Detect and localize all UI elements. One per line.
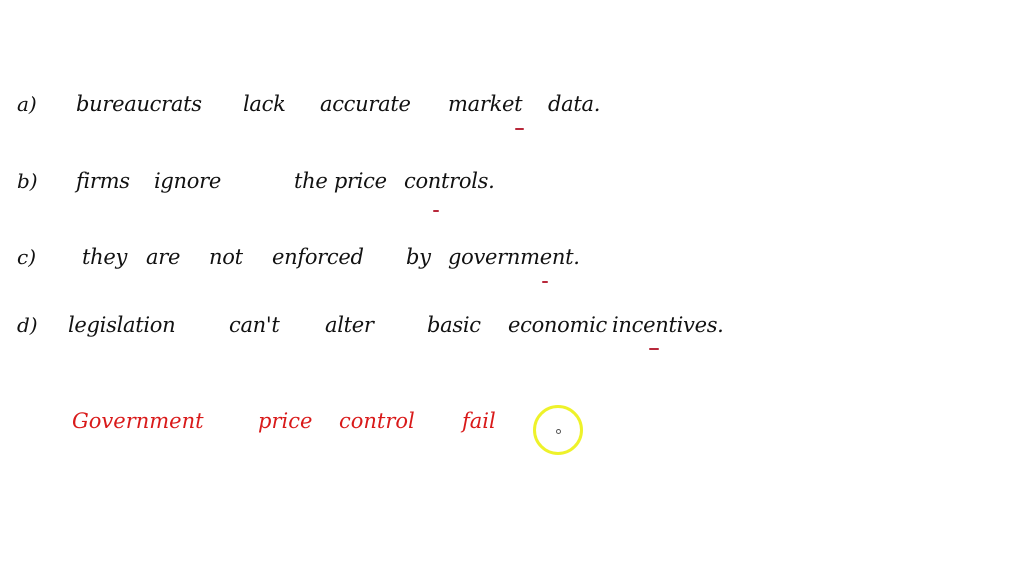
- option-word: basic: [427, 313, 481, 337]
- option-c: c) they are not enforced by government.: [0, 237, 1024, 277]
- answer-word: control: [339, 409, 415, 433]
- option-word: data.: [548, 92, 601, 116]
- option-word: alter: [325, 313, 374, 337]
- whiteboard-canvas: a) bureaucrats lack accurate market data…: [0, 0, 1024, 576]
- option-label: b): [17, 169, 38, 193]
- option-label: a): [17, 92, 37, 116]
- option-word: incentives.: [612, 313, 724, 337]
- option-word: not: [209, 245, 243, 269]
- option-word: the price: [294, 169, 387, 193]
- option-d: d) legislation can't alter basic economi…: [0, 305, 1024, 345]
- answer-word: Government: [72, 409, 204, 433]
- option-word: are: [146, 245, 181, 269]
- option-word: can't: [229, 313, 280, 337]
- option-word: enforced: [272, 245, 364, 269]
- annotation-mark: [433, 210, 439, 212]
- option-word: lack: [243, 92, 286, 116]
- option-word: legislation: [68, 313, 176, 337]
- option-label: c): [17, 245, 37, 269]
- option-word: controls.: [404, 169, 495, 193]
- cursor-pointer-icon: [556, 429, 561, 434]
- answer-word: fail: [462, 409, 496, 433]
- option-word: they: [82, 245, 128, 269]
- annotation-mark: [515, 128, 524, 130]
- option-word: accurate: [320, 92, 411, 116]
- option-a: a) bureaucrats lack accurate market data…: [0, 84, 1024, 124]
- annotation-mark: [542, 281, 548, 283]
- answer-line: Government price control fail: [0, 400, 1024, 442]
- option-label: d): [17, 313, 38, 337]
- option-b: b) firms ignore the price controls.: [0, 161, 1024, 201]
- option-word: market: [448, 92, 523, 116]
- option-word: by: [406, 245, 431, 269]
- option-word: bureaucrats: [76, 92, 202, 116]
- option-word: ignore: [154, 169, 221, 193]
- answer-word: price: [258, 409, 313, 433]
- annotation-mark: [649, 348, 659, 350]
- option-word: firms: [76, 169, 130, 193]
- option-word: government.: [448, 245, 580, 269]
- option-word: economic: [508, 313, 607, 337]
